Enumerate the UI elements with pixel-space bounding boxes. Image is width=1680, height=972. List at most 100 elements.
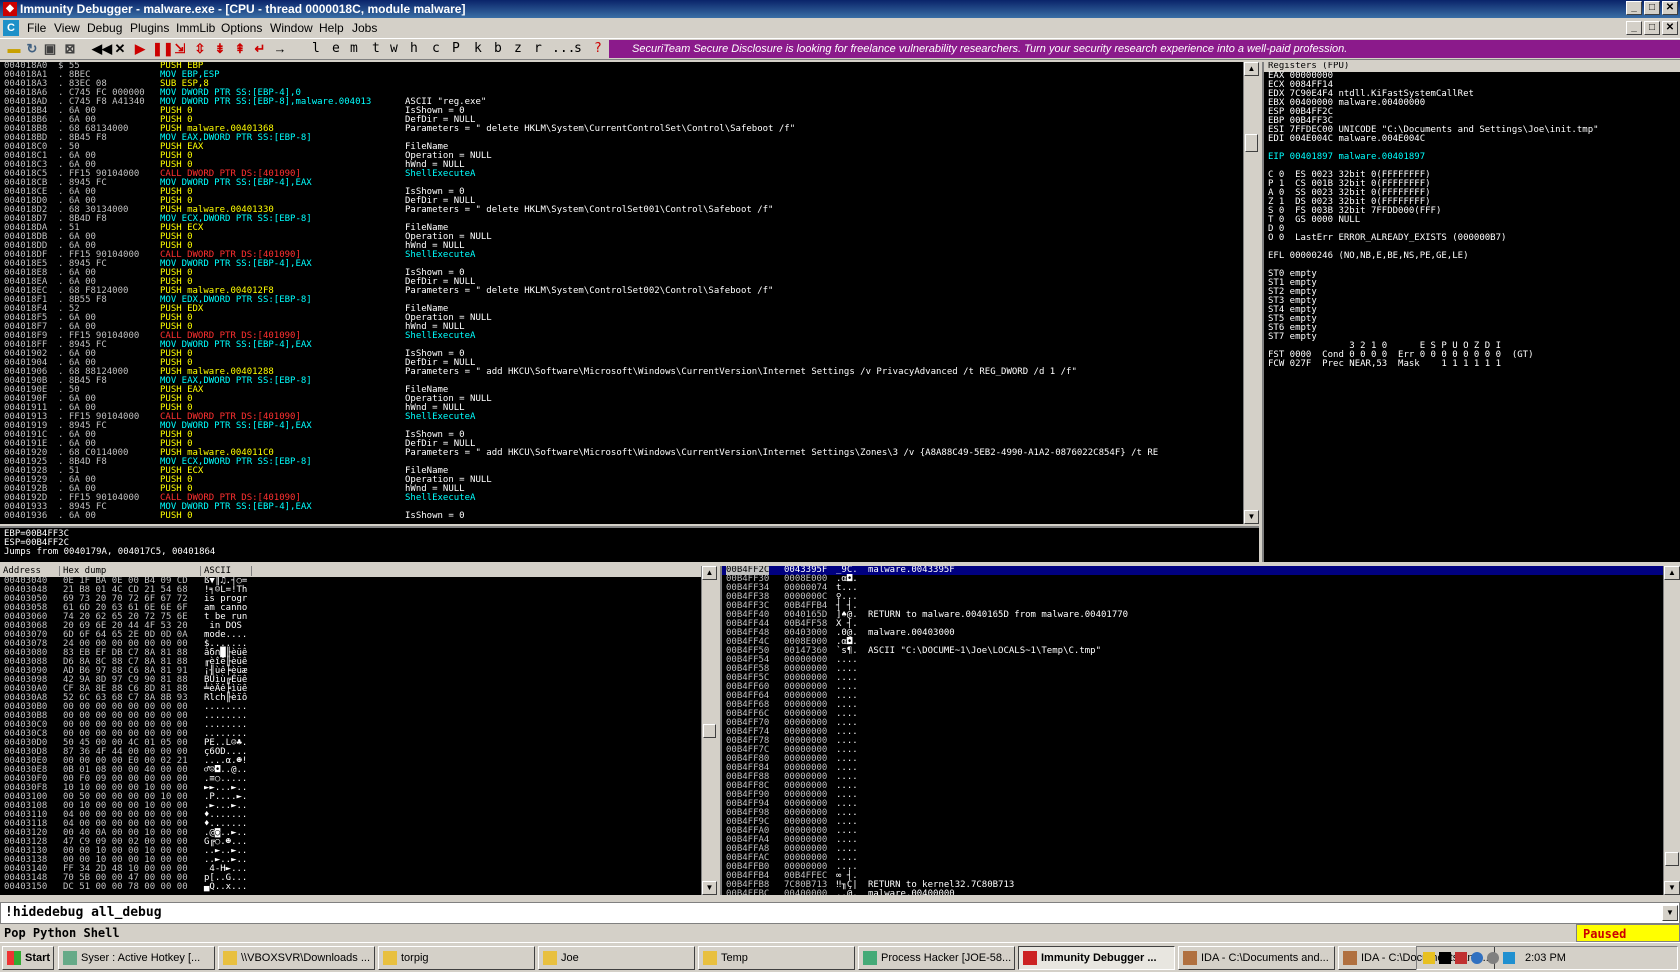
toolbar-patches-button[interactable]: P	[452, 41, 460, 57]
toolbar-call-stack-button[interactable]: k	[474, 41, 482, 57]
stack-row[interactable]: 00B4FFBC 00400000 ..@. malware.00400000	[722, 890, 1663, 896]
stack-row[interactable]: 00B4FF94 00000000....	[722, 800, 1663, 809]
dump-scrollbar[interactable]: ▲ ▼	[701, 566, 717, 895]
taskbar-item-immunity[interactable]: Immunity Debugger ...	[1018, 946, 1175, 970]
scroll-thumb[interactable]	[1245, 134, 1258, 152]
register-row[interactable]: EFL 00000246 (NO,NB,E,BE,NS,PE,GE,LE)	[1264, 252, 1680, 261]
register-row[interactable]: O 0 LastErr ERROR_ALREADY_EXISTS (000000…	[1264, 234, 1680, 243]
disassembly-scrollbar[interactable]: ▲ ▼	[1243, 62, 1259, 524]
ad-banner[interactable]: SecuriTeam Secure Disclosure is looking …	[609, 40, 1680, 58]
register-row[interactable]: ST1 empty	[1264, 279, 1680, 288]
toolbar-cpu-button[interactable]: c	[432, 41, 440, 57]
stack-row[interactable]: 00B4FFB8 7C80B713 ‼╖Ç| RETURN to kernel32.7…	[722, 881, 1663, 890]
stack-row[interactable]: 00B4FFB0 00000000....	[722, 863, 1663, 872]
stack-pane[interactable]: 00B4FF2C 0043395F _9C. malware.0043395F 00B4…	[720, 566, 1663, 895]
pause-icon[interactable]: ❚❚	[152, 41, 174, 57]
open-icon[interactable]: ▬	[6, 41, 22, 57]
toolbar-run-trace-button[interactable]: ...	[552, 41, 575, 57]
stack-row[interactable]: 00B4FF58 00000000....	[722, 665, 1663, 674]
stack-row[interactable]: 00B4FF84 00000000....	[722, 764, 1663, 773]
stack-row[interactable]: 00B4FFB4 00B4FFEC ∞ ┤.	[722, 872, 1663, 881]
stack-row[interactable]: 00B4FF4C 0008E000 .α◘.	[722, 638, 1663, 647]
taskbar-item-syser[interactable]: Syser : Active Hotkey [...	[58, 946, 215, 970]
child-restore-button[interactable]: □	[1644, 21, 1660, 35]
stack-row[interactable]: 00B4FF38 0000000C ♀...	[722, 593, 1663, 602]
command-dropdown-icon[interactable]: ▼	[1662, 905, 1678, 921]
toolbar-breakpoints-button[interactable]: b	[494, 41, 502, 57]
stack-row[interactable]: 00B4FF98 00000000....	[722, 809, 1663, 818]
minimize-button[interactable]: _	[1626, 1, 1642, 15]
stack-row[interactable]: 00B4FF9C 00000000....	[722, 818, 1663, 827]
run-icon[interactable]: ▶	[132, 41, 148, 57]
scroll-up-arrow-icon[interactable]: ▲	[1244, 62, 1259, 76]
menu-options[interactable]: Options	[219, 18, 264, 38]
stack-row[interactable]: 00B4FF6C 00000000....	[722, 710, 1663, 719]
stop-icon[interactable]: ✕	[112, 41, 128, 57]
start-button[interactable]: Start	[2, 946, 54, 970]
register-row[interactable]: T 0 GS 0000 NULL	[1264, 216, 1680, 225]
menu-plugins[interactable]: Plugins	[128, 18, 171, 38]
console-icon[interactable]	[1439, 952, 1451, 964]
register-row[interactable]: ST2 empty	[1264, 288, 1680, 297]
stack-row[interactable]: 00B4FF7C 00000000....	[722, 746, 1663, 755]
dump-row[interactable]: 00403150 DC 51 00 00 78 00 00 00 ▄Q..x...	[0, 883, 701, 892]
toolbar-source-button[interactable]: s	[574, 41, 582, 57]
toolbar-windows-button[interactable]: w	[390, 41, 398, 57]
stack-row[interactable]: 00B4FF78 00000000....	[722, 737, 1663, 746]
close-file-icon[interactable]: ▣	[42, 41, 58, 57]
scroll-up-arrow-icon[interactable]: ▲	[702, 566, 717, 580]
trace-over-icon[interactable]: ⇞	[232, 41, 248, 57]
stack-row[interactable]: 00B4FF74 00000000....	[722, 728, 1663, 737]
register-row[interactable]: EIP 00401897 malware.00401897	[1264, 153, 1680, 162]
stack-row[interactable]: 00B4FF64 00000000....	[722, 692, 1663, 701]
settings-icon[interactable]	[1487, 952, 1499, 964]
stack-row[interactable]: 00B4FF8C 00000000....	[722, 782, 1663, 791]
toolbar-threads-button[interactable]: t	[372, 41, 380, 57]
toolbar-z-button[interactable]: z	[514, 41, 522, 57]
registers-pane[interactable]: Registers (FPU) EAX 00000000 ECX 0084FF14 E…	[1262, 62, 1680, 562]
register-row[interactable]: ST6 empty	[1264, 324, 1680, 333]
stack-row[interactable]: 00B4FF70 00000000....	[722, 719, 1663, 728]
register-row[interactable]	[1264, 261, 1680, 270]
stack-row[interactable]: 00B4FF90 00000000....	[722, 791, 1663, 800]
menu-debug[interactable]: Debug	[85, 18, 124, 38]
toolbar-help-button[interactable]: ?	[594, 41, 602, 57]
register-row[interactable]: ST4 empty	[1264, 306, 1680, 315]
go-to-icon[interactable]: →	[272, 41, 288, 57]
taskbar-item-downloads[interactable]: \\VBOXSVR\Downloads ...	[218, 946, 375, 970]
toolbar-references-button[interactable]: r	[534, 41, 542, 57]
shield-icon[interactable]	[1423, 952, 1435, 964]
menu-window[interactable]: Window	[268, 18, 315, 38]
scroll-down-arrow-icon[interactable]: ▼	[1664, 881, 1680, 895]
menu-jobs[interactable]: Jobs	[350, 18, 379, 38]
stack-row[interactable]: 00B4FF5C 00000000....	[722, 674, 1663, 683]
stack-row[interactable]: 00B4FF40 0040165D]♠@. RETURN to malware.00…	[722, 611, 1663, 620]
stack-row[interactable]: 00B4FF54 00000000....	[722, 656, 1663, 665]
scroll-down-arrow-icon[interactable]: ▼	[702, 881, 717, 895]
taskbar-item-process-hacker[interactable]: Process Hacker [JOE-58...	[858, 946, 1015, 970]
stack-row[interactable]: 00B4FF30 0008E000 .α◘.	[722, 575, 1663, 584]
command-input[interactable]: !hidedebug all_debug	[0, 902, 1680, 924]
register-row[interactable]: ST5 empty	[1264, 315, 1680, 324]
stack-row[interactable]: 00B4FF44 00B4FF58 X ┤.	[722, 620, 1663, 629]
scroll-thumb[interactable]	[1665, 852, 1679, 866]
register-row[interactable]: EDI 004E004C malware.004E004C	[1264, 135, 1680, 144]
attach-icon[interactable]: ⊠	[62, 41, 78, 57]
virtualbox-icon[interactable]	[1503, 952, 1515, 964]
menu-view[interactable]: View	[52, 18, 82, 38]
stack-row[interactable]: 00B4FF2C 0043395F _9C. malware.0043395F	[722, 566, 1663, 575]
scroll-up-arrow-icon[interactable]: ▲	[1664, 566, 1680, 580]
register-row[interactable]: ST0 empty	[1264, 270, 1680, 279]
menu-help[interactable]: Help	[317, 18, 346, 38]
network-icon[interactable]	[1471, 952, 1483, 964]
disasm-row[interactable]: 00401936 . 6A 00 PUSH 0 IsShown = 0	[0, 512, 1243, 521]
stack-row[interactable]: 00B4FFA0 00000000....	[722, 827, 1663, 836]
step-into-icon[interactable]: ⇲	[172, 41, 188, 57]
rewind-icon[interactable]: ◀◀	[92, 41, 112, 57]
stack-row[interactable]: 00B4FF50 00147360 `s¶. ASCII "C:\DOCUME~1\J…	[722, 647, 1663, 656]
disassembly-pane[interactable]: 004018A0 $ 55 PUSH EBP 004018A1. 8BEC MOV EB…	[0, 62, 1243, 524]
debugger-tray-icon[interactable]	[1455, 952, 1467, 964]
menu-file[interactable]: File	[25, 18, 48, 38]
stack-row[interactable]: 00B4FF80 00000000....	[722, 755, 1663, 764]
child-close-button[interactable]: ✕	[1662, 21, 1678, 35]
